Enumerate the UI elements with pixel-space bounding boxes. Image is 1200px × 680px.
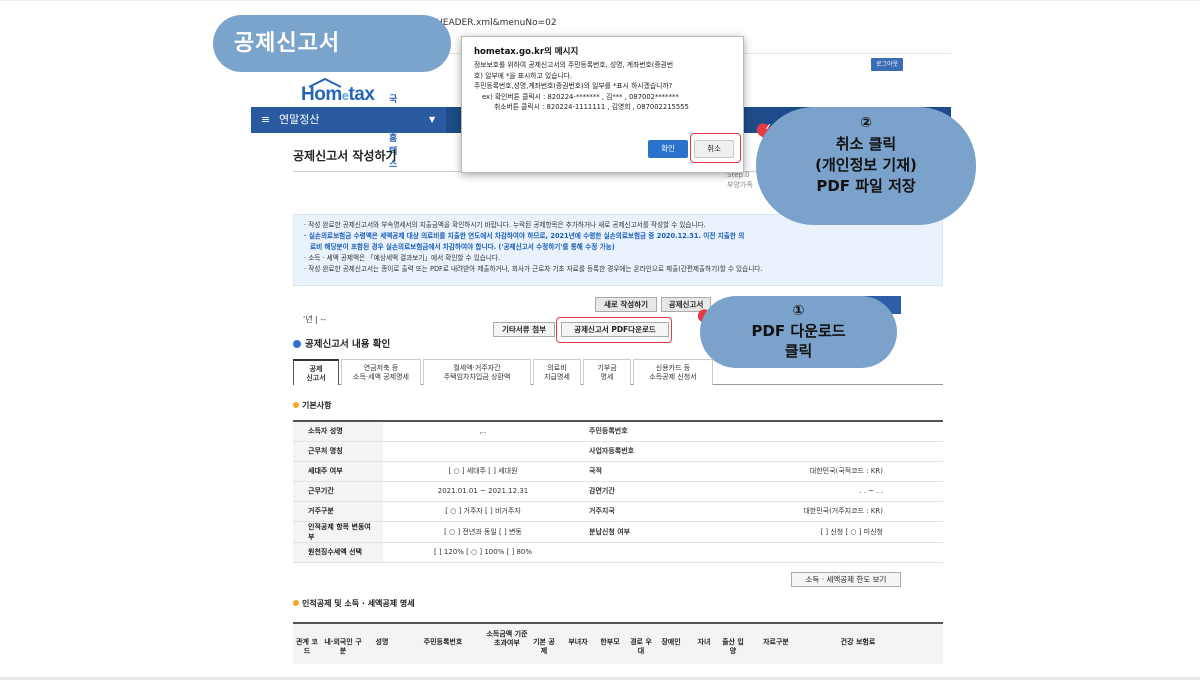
tab-deduction-form[interactable]: 공제 신고서 [293,359,339,385]
table-row: 근무처 명칭 사업자등록번호 [293,441,943,462]
notice-line-highlight: · 실손의료보험금 수령액은 세액공제 대상 의료비를 지출한 연도에서 차감하… [304,232,745,240]
new-write-button[interactable]: 새로 작성하기 [595,297,657,312]
callout-step-2: ② 취소 클릭 (개인정보 기재) PDF 파일 저장 [756,107,976,225]
title-badge: 공제신고서 [213,15,451,72]
section-review-title: 공제신고서 내용 확인 [293,336,390,350]
logout-button[interactable]: 로그아웃 [871,58,903,71]
tab-credit-card[interactable]: 신용카드 등 소득공제 신청서 [633,359,713,385]
bullet-icon [293,340,301,348]
page-title: 공제신고서 작성하기 [293,149,397,163]
tab-medical[interactable]: 의료비 지급명세 [533,359,581,385]
table-row: 원천징수세액 선택[ ] 120% [ ○ ] 100% [ ] 80% [293,542,943,563]
column-header: 기본 공제 [533,638,555,655]
tab-donation[interactable]: 기부금 명세 [583,359,631,385]
column-header: 성명 [375,638,389,646]
dialog-ok-button[interactable]: 확인 [648,140,688,158]
pdf-button-highlight [556,317,672,343]
year-selector[interactable]: '년 | -- [303,314,326,325]
table-row: 거주구분[ ○ ] 거주자 [ ] 비거주자 거주지국 대한민국(거주지코드 : K… [293,501,943,522]
url-fragment: HEADER.xml&menuNo=02 [436,18,557,28]
notice-line: · 소득 · 세액 공제액은 「예상세액 결과보기」에서 확인할 수 있습니다. [304,254,501,262]
tab-pension-savings[interactable]: 연금저축 등 소득·세액 공제명세 [341,359,421,385]
dialog-message: 정보보호를 위하여 공제신고서의 주민등록번호, 성명, 계좌번호(증권번 호)… [474,61,689,111]
top-border [0,0,1200,1]
column-header: 부녀자 [568,638,588,646]
bullet-icon [293,402,299,408]
personal-deduction-table-header: 관계 코드 내·외국인 구분 성명 주민등록번호 소득금액 기준 초과여부 기본… [293,622,943,664]
section-personal-title: 인적공제 및 소득 · 세액공제 명세 [293,598,415,609]
table-row: 근무기간 2021.01.01 ~ 2021.12.31 감면기간. . ~ . . [293,481,943,502]
nav-menu-year-end[interactable]: ≡ 연말정산 ▼ [251,107,446,133]
column-header: 한부모 [600,638,620,646]
step-indicator: Step.0 부양가족 [727,171,753,189]
notice-line: · 작성 완료한 공제신고서는 종이로 출력 또는 PDF로 내려받아 제출하거… [304,265,763,273]
dropdown-arrow-icon: ▼ [429,115,436,124]
nav-menu-label: 연말정산 [279,113,320,126]
column-header: 주민등록번호 [423,638,463,646]
bullet-icon [293,600,299,606]
deduction-limit-button[interactable]: 소득 · 세액공제 한도 보기 [791,572,901,587]
table-row: 인적공제 항목 변동여부[ ○ ] 전년과 동일 [ ] 변동 분납신청 여부[ … [293,521,943,543]
cancel-button-highlight [690,133,741,163]
column-header: 장애인 [661,638,681,646]
notice-line-highlight: 료비 해당분이 포함된 경우 실손의료보험금에서 차감하여야 합니다. ('공제… [310,243,615,251]
column-header: 자료구분 [763,638,789,646]
menu-icon: ≡ [261,113,271,126]
column-header: 건강 보험료 [840,638,876,646]
column-header: 자녀 [697,638,711,646]
column-header: 관계 코드 [296,638,318,655]
table-row: 세대주 여부[ ○ ] 세대주 [ ] 세대원 국적 대한민국(국적코드 : KR) [293,461,943,482]
tab-rent[interactable]: 월세액·거주자간 주택임차차입금 상환액 [423,359,531,385]
dialog-title: hometax.go.kr의 메시지 [474,47,579,57]
column-header: 출산 입양 [722,638,744,655]
attach-docs-button[interactable]: 기타서류 첨부 [493,322,555,337]
column-header: 경로 우대 [630,638,652,655]
column-header: 소득금액 기준 초과여부 [486,630,528,647]
logo-wordmark: Hometax [301,84,375,105]
callout-step-1: ① PDF 다운로드 클릭 [700,296,897,368]
table-row: 소득자 성명,.. 주민등록번호 [293,420,943,442]
basic-info-table: 소득자 성명,.. 주민등록번호 근무처 명칭 사업자등록번호 세대주 여부[ ○ … [293,420,943,563]
column-header: 내·외국인 구분 [324,638,362,655]
section-basic-title: 기본사항 [293,400,331,411]
